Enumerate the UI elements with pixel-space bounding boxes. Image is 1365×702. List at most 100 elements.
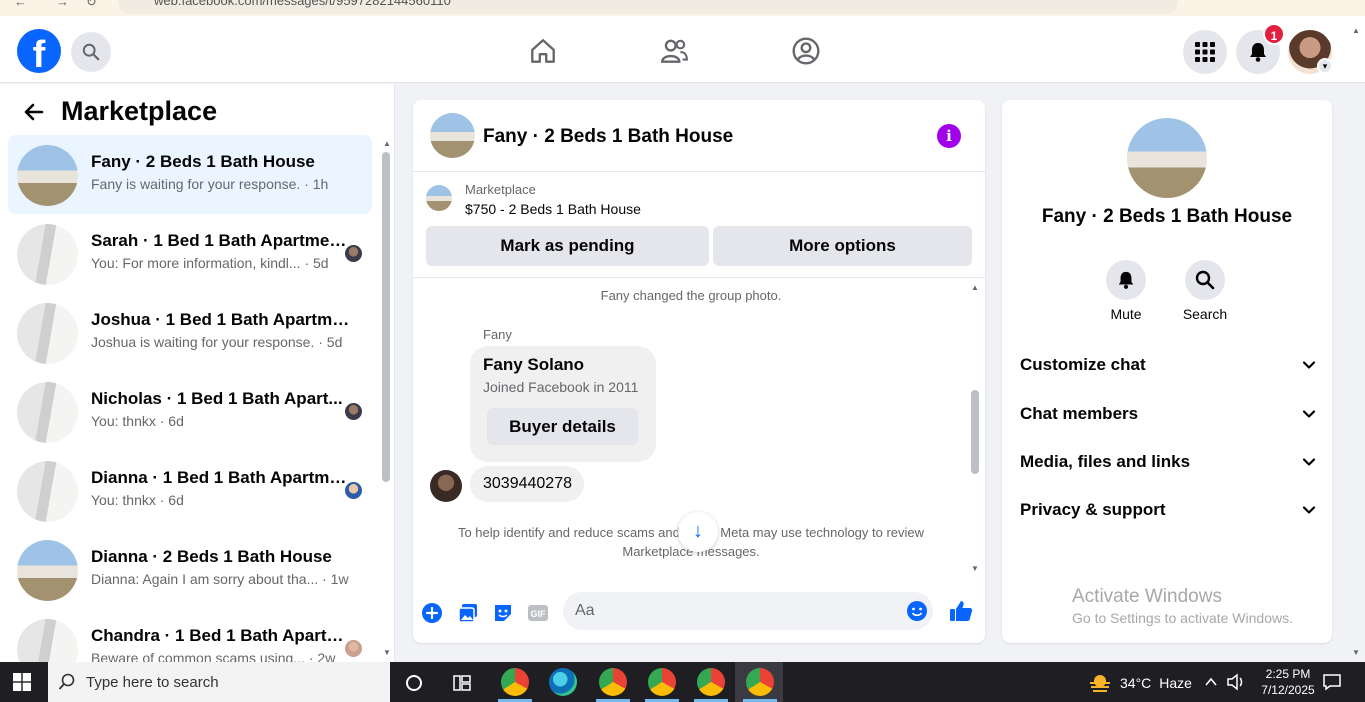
taskbar-search[interactable]: Type here to search xyxy=(48,662,390,702)
listing-thumbnail xyxy=(17,540,78,601)
conversation-item[interactable]: Fany · 2 Beds 1 Bath House Fany is waiti… xyxy=(8,135,372,214)
listing-thumbnail[interactable] xyxy=(426,185,452,211)
chat-header: Fany · 2 Beds 1 Bath House i xyxy=(413,100,985,172)
scroll-down-arrow[interactable]: ▼ xyxy=(971,564,979,573)
conversation-title: Chandra · 1 Bed 1 Bath Apartm... xyxy=(91,626,351,645)
conversation-item[interactable]: Dianna · 2 Beds 1 Bath House Dianna: Aga… xyxy=(8,530,372,609)
info-icon[interactable]: i xyxy=(937,124,961,148)
chevron-up-icon[interactable] xyxy=(1204,676,1218,688)
windows-taskbar: Type here to search 34°C Haze 2:25 PM 7/… xyxy=(0,662,1365,702)
sender-avatar[interactable] xyxy=(430,470,462,502)
address-bar[interactable]: web.facebook.com/messages/t/959728214456… xyxy=(118,0,1178,14)
search-in-chat-button[interactable]: Search xyxy=(1175,260,1235,322)
media-files-links-row[interactable]: Media, files and links xyxy=(1020,447,1316,477)
browser-toolbar: ← → ↻ web.facebook.com/messages/t/959728… xyxy=(0,0,1365,16)
message-bubble[interactable]: 3039440278 xyxy=(470,466,584,502)
page-scroll-up-arrow[interactable]: ▲ xyxy=(1352,26,1360,35)
conversation-item[interactable]: Dianna · 1 Bed 1 Bath Apartme... You: th… xyxy=(8,451,372,530)
row-label: Privacy & support xyxy=(1020,500,1166,519)
chat-photo[interactable] xyxy=(430,113,475,158)
facebook-logo[interactable]: f xyxy=(17,29,61,73)
search-icon xyxy=(58,673,75,690)
participant-avatar xyxy=(345,640,362,657)
activation-watermark-title: Activate Windows xyxy=(1072,586,1222,607)
weather-condition: Haze xyxy=(1159,675,1192,691)
page-scroll-down-arrow[interactable]: ▼ xyxy=(1352,648,1360,657)
scroll-up-arrow[interactable]: ▲ xyxy=(383,139,391,148)
plus-icon[interactable] xyxy=(421,602,443,624)
weather-temp: 34°C xyxy=(1120,675,1152,691)
chrome-icon[interactable] xyxy=(501,668,529,696)
chrome-profile-icon[interactable] xyxy=(697,668,725,696)
emoji-icon[interactable] xyxy=(906,600,928,622)
more-options-button[interactable]: More options xyxy=(713,226,972,266)
listing-thumbnail xyxy=(17,382,78,443)
chevron-down-icon[interactable]: ▾ xyxy=(1317,58,1333,74)
chat-photo-large[interactable] xyxy=(1127,118,1207,198)
mute-button[interactable]: Mute xyxy=(1096,260,1156,322)
row-label: Chat members xyxy=(1020,404,1139,423)
clock[interactable]: 2:25 PM 7/12/2025 xyxy=(1256,666,1320,698)
conversation-item[interactable]: Nicholas · 1 Bed 1 Bath Apart... You: th… xyxy=(8,372,372,451)
customize-chat-row[interactable]: Customize chat xyxy=(1020,350,1316,380)
chevron-down-icon xyxy=(1302,361,1316,369)
buyer-name: Fany Solano xyxy=(483,355,585,374)
conversation-list: Fany · 2 Beds 1 Bath House Fany is waiti… xyxy=(8,135,372,662)
friends-icon[interactable] xyxy=(659,36,689,66)
conversation-preview: Beware of common scams using... · 2w xyxy=(91,650,336,662)
mute-label: Mute xyxy=(1110,306,1142,322)
browser-reload-icon[interactable]: ↻ xyxy=(86,0,97,10)
conversation-item[interactable]: Joshua · 1 Bed 1 Bath Apartment... Joshu… xyxy=(8,293,372,372)
photo-icon[interactable] xyxy=(457,602,479,624)
chat-title[interactable]: Fany · 2 Beds 1 Bath House xyxy=(483,126,733,148)
svg-text:GIF: GIF xyxy=(531,609,547,619)
windows-start-icon[interactable] xyxy=(13,673,31,691)
sidebar-header: Marketplace xyxy=(0,84,394,138)
browser-back-icon[interactable]: ← xyxy=(14,0,27,9)
thumbs-up-icon[interactable] xyxy=(949,599,973,623)
browser-forward-icon[interactable]: → xyxy=(56,0,69,9)
profile-icon[interactable] xyxy=(791,36,821,66)
chrome-profile-icon[interactable] xyxy=(746,668,774,696)
listing-price[interactable]: $750 - 2 Beds 1 Bath House xyxy=(465,201,641,217)
conversation-item[interactable]: Sarah · 1 Bed 1 Bath Apartmen... You: Fo… xyxy=(8,214,372,293)
chat-scrollbar[interactable] xyxy=(971,390,979,474)
conversation-title: Joshua · 1 Bed 1 Bath Apartment... xyxy=(91,310,351,329)
listing-summary: Marketplace $750 - 2 Beds 1 Bath House M… xyxy=(413,172,985,278)
search-button[interactable] xyxy=(71,32,111,72)
message-input[interactable] xyxy=(563,592,933,630)
cortana-icon[interactable] xyxy=(405,674,423,692)
home-icon[interactable] xyxy=(528,36,558,66)
participant-avatar xyxy=(345,245,362,262)
back-arrow-icon[interactable] xyxy=(22,100,46,124)
sidebar-title: Marketplace xyxy=(61,96,218,126)
mark-pending-button[interactable]: Mark as pending xyxy=(426,226,709,266)
sticker-icon[interactable] xyxy=(492,602,514,624)
conversation-item[interactable]: Chandra · 1 Bed 1 Bath Apartm... Beware … xyxy=(8,609,372,662)
listing-thumbnail xyxy=(17,303,78,364)
menu-button[interactable] xyxy=(1183,30,1227,74)
system-message: Fany changed the group photo. xyxy=(600,288,782,303)
conversation-preview: You: thnkx · 6d xyxy=(91,413,184,429)
clock-date: 7/12/2025 xyxy=(1261,683,1315,697)
task-view-icon[interactable] xyxy=(453,674,471,692)
privacy-support-row[interactable]: Privacy & support xyxy=(1020,495,1316,525)
gif-icon[interactable]: GIF xyxy=(527,602,549,624)
scroll-down-button[interactable]: ↓ xyxy=(678,512,718,552)
chat-members-row[interactable]: Chat members xyxy=(1020,399,1316,429)
chevron-down-icon xyxy=(1302,458,1316,466)
weather-widget[interactable]: 34°C Haze xyxy=(1088,673,1192,693)
bell-icon xyxy=(1250,43,1266,62)
volume-icon[interactable] xyxy=(1226,673,1246,691)
chrome-profile-icon[interactable] xyxy=(648,668,676,696)
sidebar-scrollbar[interactable] xyxy=(382,152,390,482)
listing-thumbnail xyxy=(17,461,78,522)
row-label: Media, files and links xyxy=(1020,452,1191,471)
chat-panel: Fany · 2 Beds 1 Bath House i Marketplace… xyxy=(413,100,985,643)
buyer-details-button[interactable]: Buyer details xyxy=(487,408,638,445)
scroll-down-arrow[interactable]: ▼ xyxy=(383,648,391,657)
edge-icon[interactable] xyxy=(549,668,577,696)
notification-center-icon[interactable] xyxy=(1322,673,1342,691)
scroll-up-arrow[interactable]: ▲ xyxy=(971,283,979,292)
chrome-profile-icon[interactable] xyxy=(599,668,627,696)
